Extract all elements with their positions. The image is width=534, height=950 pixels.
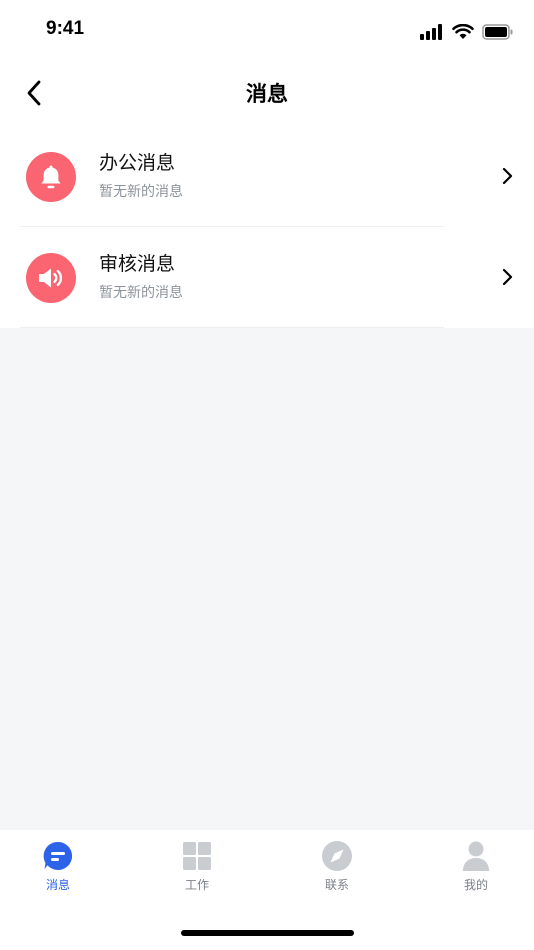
message-subtitle: 暂无新的消息 xyxy=(99,285,183,301)
speaker-icon-badge xyxy=(26,253,76,303)
list-item-office-messages[interactable]: 办公消息 暂无新的消息 xyxy=(0,126,534,227)
tab-label: 消息 xyxy=(45,878,70,892)
signal-icon xyxy=(420,24,442,40)
tab-bar: 消息 工作 联系 我的 xyxy=(0,830,534,950)
chevron-right-icon xyxy=(502,167,513,185)
compass-icon xyxy=(322,841,352,871)
status-bar: 9:41 xyxy=(0,0,534,60)
tab-label: 联系 xyxy=(324,878,349,892)
wifi-icon xyxy=(452,24,474,39)
chevron-right-icon xyxy=(502,268,513,286)
message-list: 办公消息 暂无新的消息 审核消息 暂无新的消息 xyxy=(0,126,534,328)
divider xyxy=(20,327,444,328)
tab-label: 我的 xyxy=(463,878,488,892)
status-icons xyxy=(420,22,514,42)
bell-icon xyxy=(41,165,61,189)
page-title: 消息 xyxy=(246,82,288,106)
speaker-icon xyxy=(39,268,63,288)
status-time: 9:41 xyxy=(46,18,85,39)
tab-work[interactable]: 工作 xyxy=(157,840,237,893)
tab-profile[interactable]: 我的 xyxy=(436,840,516,893)
message-subtitle: 暂无新的消息 xyxy=(99,184,183,200)
message-icon xyxy=(43,841,73,870)
tab-messages[interactable]: 消息 xyxy=(18,840,98,893)
message-title: 审核消息 xyxy=(99,253,176,275)
list-item-review-messages[interactable]: 审核消息 暂无新的消息 xyxy=(0,227,534,328)
nav-bar: 消息 xyxy=(0,60,534,126)
bell-icon-badge xyxy=(26,152,76,202)
message-title: 办公消息 xyxy=(99,152,176,174)
message-screen: 9:41 消息 办公消息 暂无新的消息 审核消息 暂无新的消息 消息 工作 联系… xyxy=(0,0,534,950)
grid-icon xyxy=(183,842,211,870)
user-icon xyxy=(463,841,489,871)
tab-label: 工作 xyxy=(184,878,209,892)
battery-icon xyxy=(482,24,513,40)
tab-contacts[interactable]: 联系 xyxy=(297,840,377,893)
home-indicator xyxy=(181,930,354,936)
